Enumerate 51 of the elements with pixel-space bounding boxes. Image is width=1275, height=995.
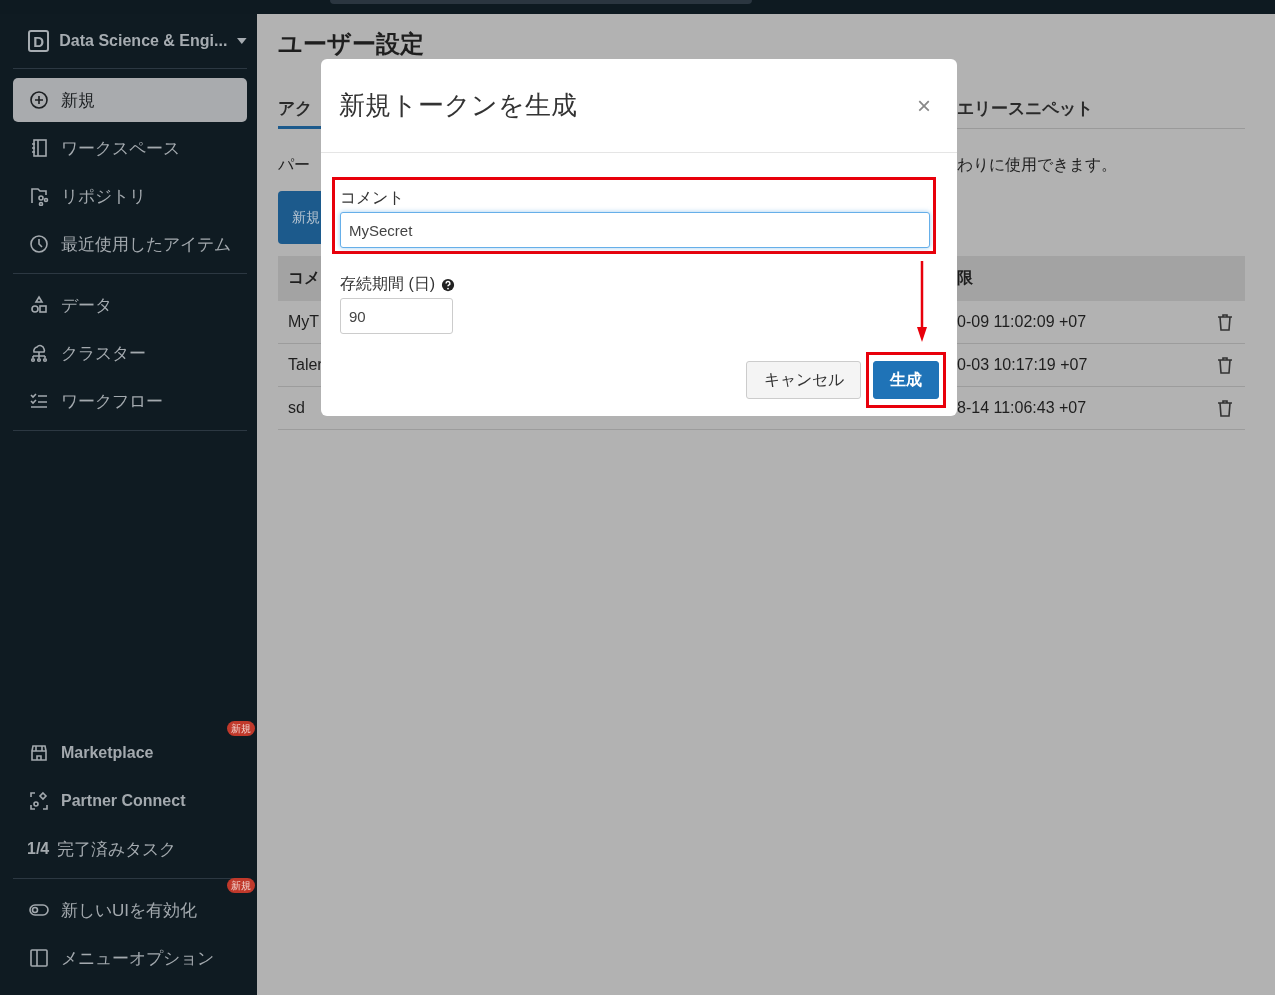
table-cell-text: MyT — [287, 313, 321, 331]
table-cell-text: 0-09 11:02:09 +07 — [957, 313, 1088, 331]
store-icon — [29, 743, 49, 763]
sidebar-item[interactable]: ワークフロー — [13, 379, 247, 423]
sidebar-item[interactable]: 新規 — [13, 78, 247, 122]
cloud-network-icon — [29, 343, 49, 363]
field-label: コメント — [340, 188, 404, 208]
cancel-button[interactable]: キャンセル — [746, 361, 861, 399]
sidebar-item[interactable]: 1/4 完了済みタスク — [13, 827, 247, 871]
description-text: わりに使用できます。 — [957, 154, 1118, 175]
new-badge: 新規 — [227, 721, 255, 736]
panel-icon — [29, 948, 49, 968]
table-cell-text: Taler — [287, 356, 321, 374]
trash-icon[interactable] — [1215, 355, 1235, 375]
dialog-title: 新規トークンを生成 — [339, 89, 577, 122]
clock-icon — [29, 234, 49, 254]
partner-icon — [29, 791, 49, 811]
column-header: 限 — [957, 268, 974, 288]
close-button[interactable]: × — [917, 86, 931, 125]
help-icon[interactable] — [441, 277, 456, 292]
column-header: コメ — [287, 268, 321, 288]
generate-button[interactable]: 生成 — [873, 361, 939, 399]
table-cell-text: 8-14 11:06:43 +07 — [957, 399, 1088, 417]
task-count: 1/4 — [27, 840, 50, 858]
field-label: 存続期間 (日) — [340, 274, 436, 294]
shapes-icon — [29, 295, 49, 315]
trash-icon[interactable] — [1215, 398, 1235, 418]
workspace-logo: D — [28, 30, 50, 52]
sidebar-item[interactable]: ワークスペース — [13, 126, 247, 170]
checklist-icon — [29, 391, 49, 411]
new-token-button[interactable]: 新規 — [278, 191, 321, 244]
new-badge: 新規 — [227, 878, 255, 893]
workspace-switcher[interactable]: Data Science & Engi... — [59, 32, 228, 50]
tab[interactable]: エリースニペット — [957, 90, 1205, 129]
sidebar-item[interactable]: リポジトリ — [13, 174, 247, 218]
sidebar-item[interactable]: クラスター — [13, 331, 247, 375]
sidebar-item[interactable]: メニューオプション — [13, 936, 247, 980]
notebook-icon — [29, 138, 49, 158]
description-text: パー — [278, 154, 311, 175]
table-cell-text: 0-03 10:17:19 +07 — [957, 356, 1089, 374]
sidebar-item[interactable]: 最近使用したアイテム — [13, 222, 247, 266]
caret-icon — [237, 38, 247, 44]
input-field[interactable]: 90 — [340, 298, 453, 334]
plus-circle-icon — [29, 90, 49, 110]
sidebar-item[interactable]: データ — [13, 283, 247, 327]
trash-icon[interactable] — [1215, 312, 1235, 332]
folder-branch-icon — [29, 186, 49, 206]
table-cell-text: sd — [287, 399, 306, 417]
sidebar-item[interactable]: Partner Connect — [13, 779, 247, 823]
input-field[interactable]: MySecret — [340, 212, 930, 248]
page-title: ユーザー設定 — [278, 30, 424, 58]
